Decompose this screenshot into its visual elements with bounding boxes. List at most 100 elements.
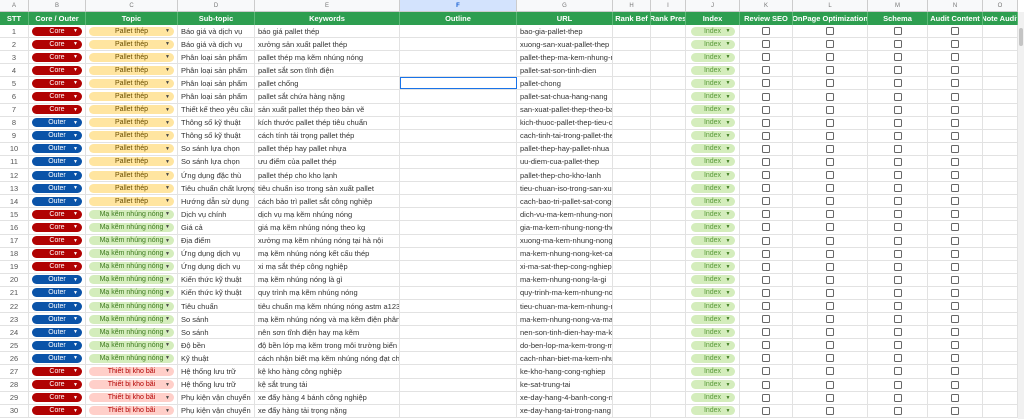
subtopic-cell[interactable]: Hệ thống lưu trữ [178,365,255,378]
url-cell[interactable]: ke-sat-trung-tai [517,378,613,391]
note-audit-cell[interactable] [983,352,1018,365]
topic-cell[interactable]: Pallet thép ▼ [86,182,178,195]
rank-present-cell[interactable] [651,247,686,260]
rank-before-cell[interactable] [613,64,651,77]
topic-dropdown[interactable]: Mạ kẽm nhúng nóng ▼ [89,209,174,219]
note-audit-cell[interactable] [983,195,1018,208]
core-outer-dropdown[interactable]: Outer ▼ [32,131,82,141]
subtopic-cell[interactable]: Báo giá và dịch vụ [178,25,255,38]
topic-cell[interactable]: Mạ kẽm nhúng nóng ▼ [86,260,178,273]
review-seo-checkbox[interactable] [762,105,770,114]
url-cell[interactable]: kich-thuoc-pallet-thep-tieu-chu [517,116,613,129]
rank-present-cell[interactable] [651,378,686,391]
column-header-g[interactable]: G [517,0,613,11]
schema-checkbox[interactable] [893,341,902,350]
onpage-optimization-checkbox[interactable] [826,315,834,324]
index-dropdown[interactable]: Index ▼ [690,170,735,180]
topic-cell[interactable]: Mạ kẽm nhúng nóng ▼ [86,352,178,365]
rank-before-cell[interactable] [613,142,651,155]
index-cell[interactable]: Index ▼ [686,404,740,417]
rank-present-cell[interactable] [651,326,686,339]
subtopic-cell[interactable]: Địa điểm [178,234,255,247]
subtopic-cell[interactable]: Hệ thống lưu trữ [178,378,255,391]
schema-checkbox[interactable] [893,131,902,140]
topic-cell[interactable]: Mạ kẽm nhúng nóng ▼ [86,247,178,260]
outline-cell[interactable] [400,64,517,77]
core-outer-cell[interactable]: Core ▼ [29,404,86,417]
url-cell[interactable]: xi-ma-sat-thep-cong-nghiep [517,260,613,273]
onpage-optimization-checkbox[interactable] [826,210,834,219]
onpage-optimization-checkbox[interactable] [826,249,834,258]
rank-before-cell[interactable] [613,404,651,417]
url-cell[interactable]: dich-vu-ma-kem-nhung-nong [517,208,613,221]
note-audit-cell[interactable] [983,142,1018,155]
url-cell[interactable]: bao-gia-pallet-thep [517,25,613,38]
core-outer-dropdown[interactable]: Outer ▼ [32,353,82,363]
url-cell[interactable]: pallet-thep-ma-kem-nhung-non [517,51,613,64]
rank-present-cell[interactable] [651,155,686,169]
review-seo-checkbox[interactable] [762,66,770,75]
index-cell[interactable]: Index ▼ [686,142,740,155]
rank-before-cell[interactable] [613,234,651,247]
index-cell[interactable]: Index ▼ [686,247,740,260]
keyword-cell[interactable]: mạ kẽm nhúng nóng là gì [255,273,400,286]
topic-dropdown[interactable]: Pallet thép ▼ [89,78,174,88]
index-cell[interactable]: Index ▼ [686,51,740,64]
topic-cell[interactable]: Mạ kẽm nhúng nóng ▼ [86,273,178,286]
topic-dropdown[interactable]: Pallet thép ▼ [89,170,174,180]
subtopic-cell[interactable]: Phân loại sản phẩm [178,77,255,90]
keyword-cell[interactable]: kệ kho hàng công nghiệp [255,365,400,378]
url-cell[interactable]: pallet-thep-cho-kho-lanh [517,169,613,182]
outline-cell[interactable] [400,352,517,365]
subtopic-cell[interactable]: Phụ kiện vận chuyển [178,404,255,417]
index-dropdown[interactable]: Index ▼ [690,222,735,232]
topic-cell[interactable]: Mạ kẽm nhúng nóng ▼ [86,313,178,326]
audit-content-checkbox[interactable] [951,406,959,415]
topic-cell[interactable]: Pallet thép ▼ [86,25,178,38]
onpage-optimization-checkbox[interactable] [826,223,834,232]
audit-content-checkbox[interactable] [951,40,959,49]
note-audit-cell[interactable] [983,38,1018,51]
audit-content-checkbox[interactable] [951,79,959,88]
schema-checkbox[interactable] [893,275,902,284]
review-seo-checkbox[interactable] [762,118,770,127]
rank-present-cell[interactable] [651,64,686,77]
onpage-optimization-checkbox[interactable] [826,79,834,88]
rank-present-cell[interactable] [651,25,686,38]
onpage-optimization-checkbox[interactable] [826,197,834,206]
audit-content-checkbox[interactable] [951,197,959,206]
topic-dropdown[interactable]: Thiết bị kho bãi ▼ [89,393,174,403]
core-outer-cell[interactable]: Core ▼ [29,391,86,404]
keyword-cell[interactable]: báo giá pallet thép [255,25,400,38]
column-header-i[interactable]: I [651,0,686,11]
outline-cell[interactable] [400,195,517,208]
index-cell[interactable]: Index ▼ [686,129,740,142]
rank-present-cell[interactable] [651,116,686,129]
core-outer-cell[interactable]: Core ▼ [29,25,86,38]
rank-before-cell[interactable] [613,365,651,378]
outline-cell[interactable] [400,116,517,129]
index-dropdown[interactable]: Index ▼ [690,92,735,102]
topic-cell[interactable]: Pallet thép ▼ [86,64,178,77]
review-seo-checkbox[interactable] [762,302,770,311]
schema-checkbox[interactable] [893,144,902,153]
index-dropdown[interactable]: Index ▼ [690,39,735,49]
review-seo-checkbox[interactable] [762,210,770,219]
review-seo-checkbox[interactable] [762,354,770,363]
outline-cell[interactable] [400,247,517,260]
rank-before-cell[interactable] [613,90,651,103]
review-seo-checkbox[interactable] [762,262,770,271]
onpage-optimization-checkbox[interactable] [826,393,834,402]
column-header-m[interactable]: M [868,0,928,11]
review-seo-checkbox[interactable] [762,197,770,206]
column-header-l[interactable]: L [793,0,868,11]
onpage-optimization-checkbox[interactable] [826,92,834,101]
audit-content-checkbox[interactable] [951,223,959,232]
schema-checkbox[interactable] [893,105,902,114]
core-outer-cell[interactable]: Core ▼ [29,234,86,247]
url-cell[interactable]: san-xuat-pallet-thep-theo-ban-v [517,103,613,116]
index-cell[interactable]: Index ▼ [686,182,740,195]
core-outer-cell[interactable]: Core ▼ [29,221,86,234]
note-audit-cell[interactable] [983,260,1018,273]
note-audit-cell[interactable] [983,326,1018,339]
